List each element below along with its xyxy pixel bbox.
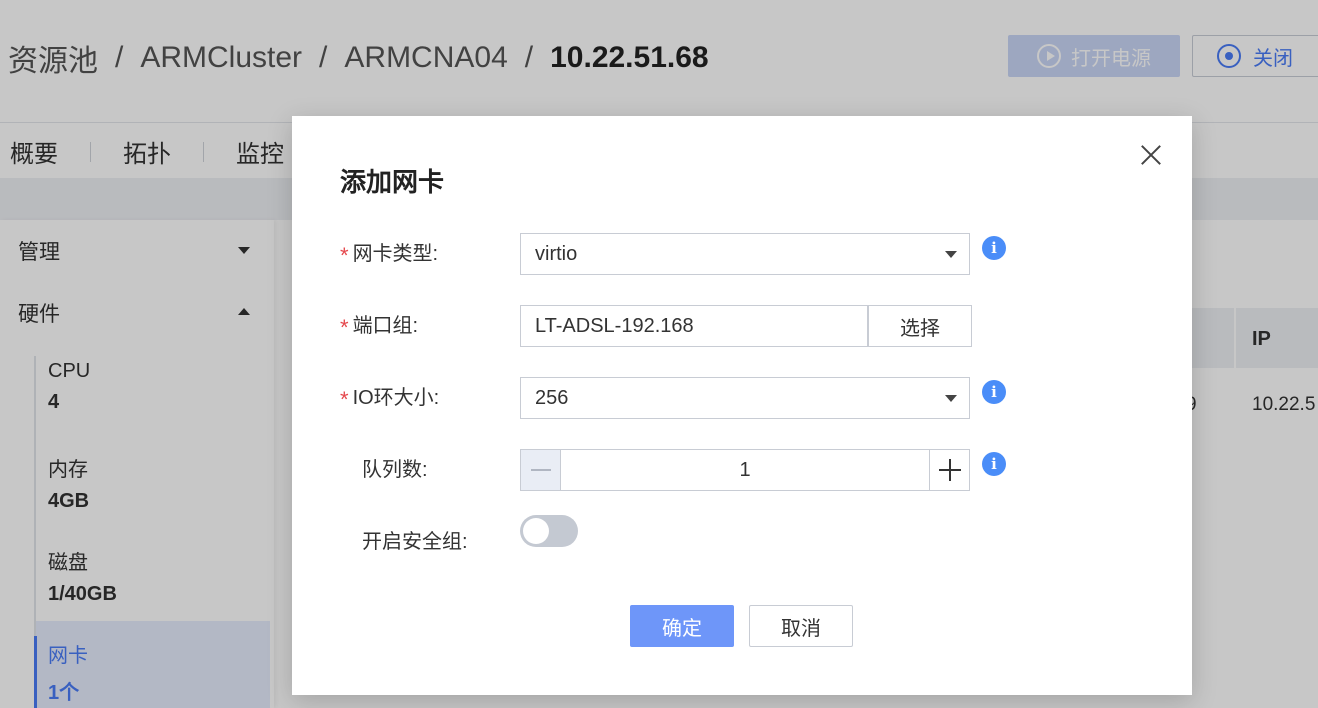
port-group-label: * 端口组: (340, 305, 418, 347)
security-group-toggle[interactable] (520, 515, 578, 547)
info-icon[interactable]: i (982, 452, 1006, 476)
caret-down-icon (945, 251, 957, 258)
io-ring-select[interactable]: 256 (520, 377, 970, 419)
nic-type-label: * 网卡类型: (340, 233, 438, 275)
stepper-value[interactable]: 1 (561, 450, 929, 490)
field-label: 端口组: (352, 315, 419, 337)
form-row-nic-type: * 网卡类型: virtio i (340, 233, 1140, 275)
security-group-label: 开启安全组: (340, 521, 468, 563)
select-value: 256 (535, 386, 569, 409)
select-value: virtio (535, 242, 578, 265)
minus-icon[interactable] (521, 450, 561, 490)
field-label: 网卡类型: (352, 243, 439, 265)
field-label: 队列数: (362, 459, 428, 481)
field-label: 开启安全组: (362, 531, 468, 553)
required-mark: * (340, 243, 349, 268)
form-row-port-group: * 端口组: LT-ADSL-192.168 选择 (340, 305, 1140, 347)
confirm-button[interactable]: 确定 (630, 605, 734, 647)
io-ring-label: * IO环大小: (340, 377, 439, 419)
add-nic-dialog: 添加网卡 * 网卡类型: virtio i * 端口组: LT-ADSL-192.1… (292, 116, 1192, 695)
cancel-button[interactable]: 取消 (749, 605, 853, 647)
queue-count-stepper: 1 (520, 449, 970, 491)
caret-down-icon (945, 395, 957, 402)
queue-count-label: 队列数: (340, 449, 428, 491)
info-icon[interactable]: i (982, 236, 1006, 260)
select-port-group-button[interactable]: 选择 (868, 305, 972, 347)
required-mark: * (340, 387, 349, 412)
required-mark: * (340, 315, 349, 340)
form-row-io-ring: * IO环大小: 256 i (340, 377, 1140, 419)
form-row-security-group: 开启安全组: (340, 515, 1140, 563)
dialog-title: 添加网卡 (340, 167, 445, 197)
port-group-input[interactable]: LT-ADSL-192.168 (520, 305, 868, 347)
info-icon[interactable]: i (982, 380, 1006, 404)
close-icon[interactable] (1138, 142, 1164, 168)
field-label: IO环大小: (352, 387, 440, 409)
form-row-queue-count: 队列数: 1 i (340, 449, 1140, 491)
plus-icon[interactable] (929, 450, 969, 490)
input-value: LT-ADSL-192.168 (535, 314, 694, 337)
nic-type-select[interactable]: virtio (520, 233, 970, 275)
